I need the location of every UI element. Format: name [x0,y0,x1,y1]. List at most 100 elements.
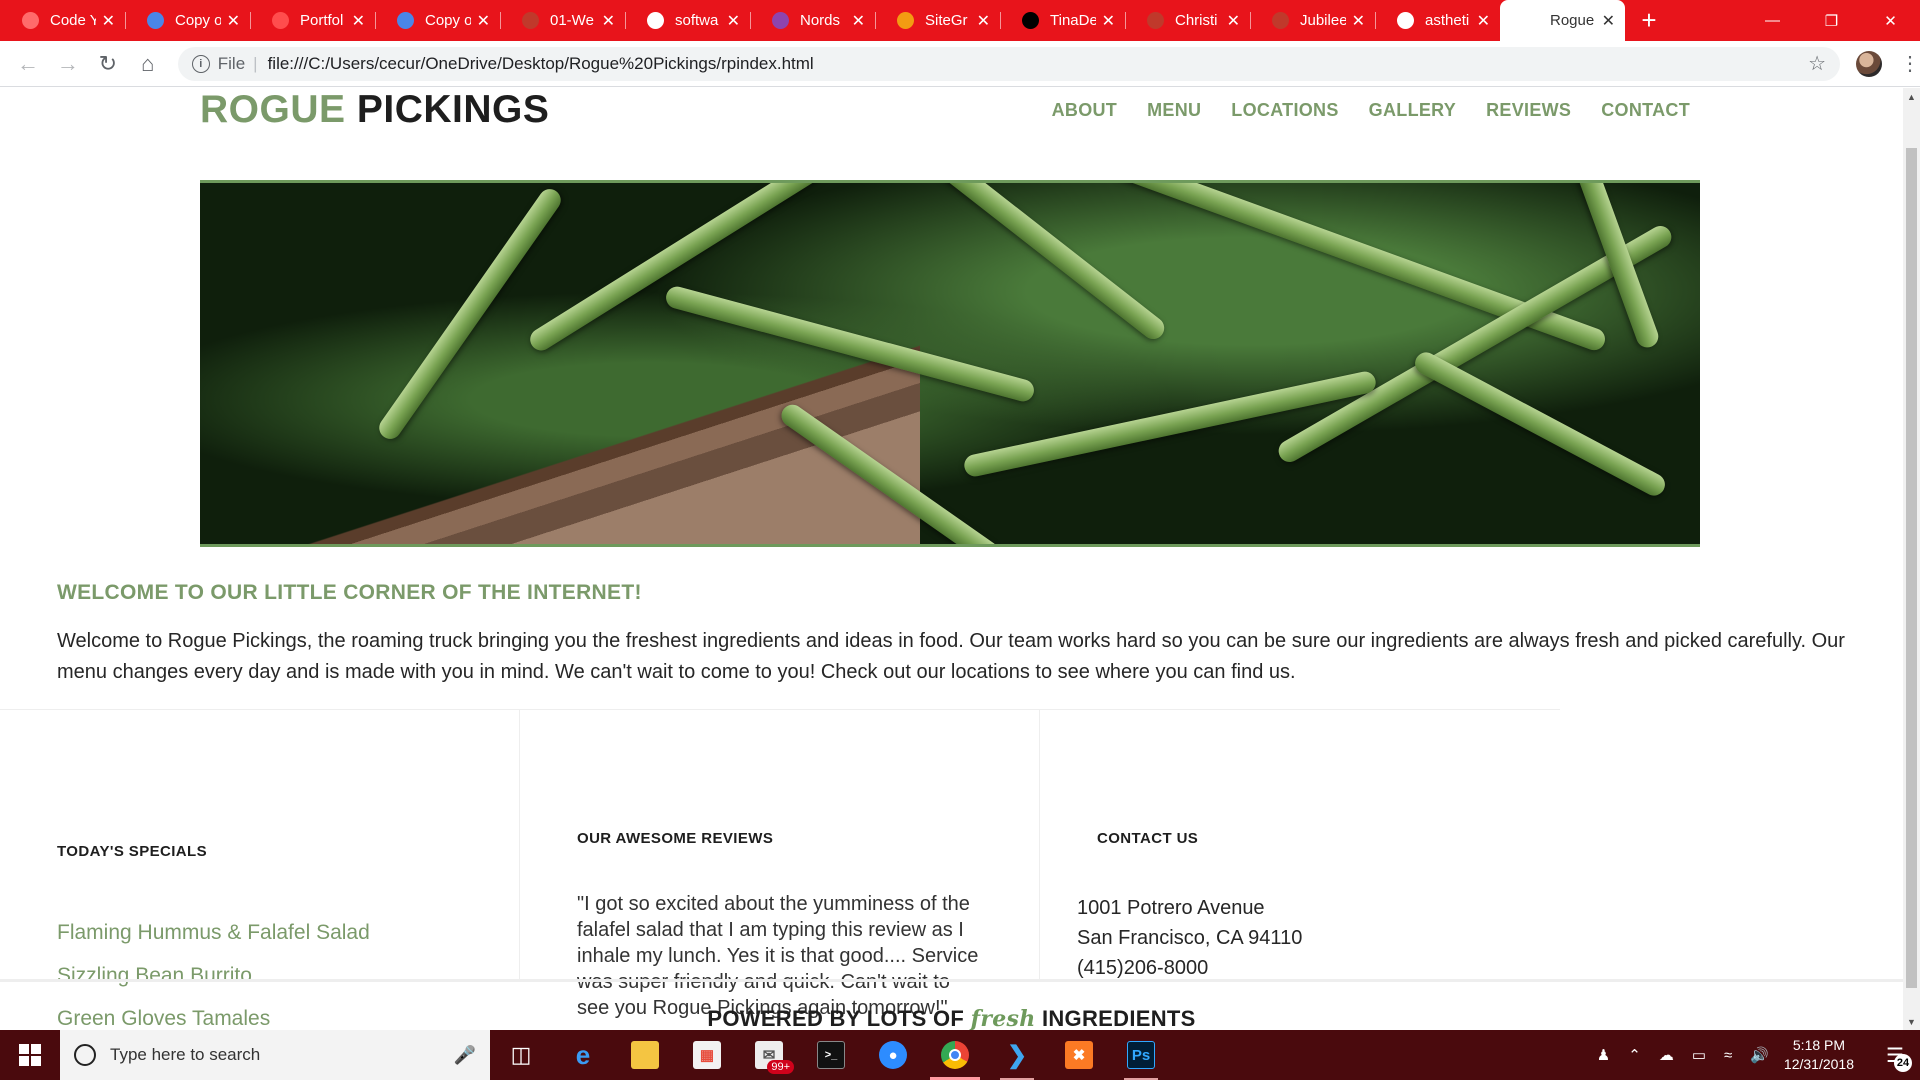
logo-rogue: ROGUE [200,88,346,131]
clock[interactable]: 5:18 PM 12/31/2018 [1784,1036,1854,1074]
restore-icon[interactable]: ❐ [1802,0,1861,41]
tab-close-icon[interactable]: ✕ [1477,11,1490,31]
browser-tab[interactable]: Jubilee ✕ [1250,0,1375,41]
browser-tab[interactable]: astheti ✕ [1375,0,1500,41]
info-icon[interactable]: i [191,54,210,73]
tab-close-icon[interactable]: ✕ [602,11,615,31]
tab-close-icon[interactable]: ✕ [977,11,990,31]
browser-tab[interactable]: Portfol ✕ [250,0,375,41]
tab-close-icon[interactable]: ✕ [1102,11,1115,31]
profile-avatar[interactable] [1856,50,1883,77]
nav-link-locations[interactable]: LOCATIONS [1231,100,1338,121]
home-icon[interactable]: ⌂ [128,44,168,84]
back-icon[interactable]: ← [8,44,48,84]
scroll-up-icon[interactable]: ▲ [1903,88,1920,105]
url-text[interactable]: file:///C:/Users/cecur/OneDrive/Desktop/… [268,54,1809,74]
nav-link-gallery[interactable]: GALLERY [1369,100,1456,121]
xampp-icon[interactable]: ✖ [1048,1030,1110,1080]
task-view-icon[interactable]: ◫ [490,1030,552,1080]
bean-shape [1111,183,1609,354]
microphone-icon[interactable]: 🎤 [454,1045,476,1066]
tab-close-icon[interactable]: ✕ [1602,11,1615,31]
photoshop-icon[interactable]: Ps [1110,1030,1172,1080]
volume-icon[interactable]: 🔊 [1750,1046,1769,1064]
vscode-icon[interactable]: ❯ [986,1030,1048,1080]
site-logo[interactable]: ROGUE PICKINGS [200,88,549,132]
tab-close-icon[interactable]: ✕ [1352,11,1365,31]
tab-close-icon[interactable]: ✕ [852,11,865,31]
special-item: Sizzling Bean Burrito [57,964,252,987]
tab-favicon-icon [1397,12,1414,29]
nav-link-reviews[interactable]: REVIEWS [1486,100,1571,121]
address-bar[interactable]: i File | file:///C:/Users/cecur/OneDrive… [177,46,1841,81]
action-center-icon[interactable]: ☰ 24 [1870,1030,1920,1080]
chrome-icon[interactable] [924,1030,986,1080]
footer-fresh-word: fresh [970,1006,1036,1030]
scrollbar-thumb[interactable] [1906,148,1917,988]
browser-tab[interactable]: Nords ✕ [750,0,875,41]
bookmark-star-icon[interactable]: ☆ [1808,51,1826,76]
tab-title: SiteGr [925,12,968,29]
tab-title: Copy o [175,12,221,29]
wifi-icon[interactable]: ≈ [1724,1047,1732,1064]
people-icon[interactable]: ♟ [1597,1046,1610,1064]
mail-icon[interactable]: ✉ 99+ [738,1030,800,1080]
reload-icon[interactable]: ↻ [88,44,128,84]
browser-tab[interactable]: Copy o ✕ [125,0,250,41]
onedrive-icon[interactable]: ☁ [1659,1046,1674,1064]
browser-tab[interactable]: TinaDe ✕ [1000,0,1125,41]
tab-title: Portfol [300,12,344,29]
browser-tab[interactable]: Rogue ✕ [1500,0,1625,41]
scroll-down-icon[interactable]: ▼ [1903,1013,1920,1030]
nav-link-about[interactable]: ABOUT [1052,100,1118,121]
taskbar-search[interactable]: Type here to search 🎤 [60,1030,490,1080]
clock-date: 12/31/2018 [1783,1056,1854,1072]
forward-icon[interactable]: → [48,44,88,84]
contact-address-line1: 1001 Potrero Avenue [1077,897,1265,919]
browser-tab[interactable]: 01-We ✕ [500,0,625,41]
browser-tab[interactable]: Christi ✕ [1125,0,1250,41]
start-button[interactable] [0,1030,60,1080]
browser-tab[interactable]: softwa ✕ [625,0,750,41]
menu-kebab-icon[interactable]: ⋮ [1900,51,1920,76]
tab-close-icon[interactable]: ✕ [227,11,240,31]
nav-link-menu[interactable]: MENU [1147,100,1201,121]
browser-tab[interactable]: Copy o ✕ [375,0,500,41]
tray-chevron-icon[interactable]: ⌃ [1628,1046,1641,1064]
minimize-icon[interactable]: — [1743,0,1802,41]
tab-title: Nords [800,12,841,29]
tab-title: Christi [1175,12,1218,29]
tab-favicon-icon [897,12,914,29]
welcome-heading: WELCOME TO OUR LITTLE CORNER OF THE INTE… [57,581,642,604]
terminal-icon[interactable]: >_ [800,1030,862,1080]
cortana-icon [74,1044,96,1066]
close-window-icon[interactable]: ✕ [1861,0,1920,41]
footer-divider [0,979,1903,982]
clock-time: 5:18 PM [1792,1037,1846,1053]
file-explorer-icon[interactable] [614,1030,676,1080]
bean-shape [871,183,1169,344]
tab-title: 01-We [550,12,594,29]
new-tab-button[interactable]: + [1625,0,1673,41]
windows-logo-icon [19,1044,41,1066]
zoom-icon[interactable]: ● [862,1030,924,1080]
page-scrollbar[interactable]: ▲ ▼ [1903,88,1920,1030]
tab-favicon-icon [1022,12,1039,29]
tab-close-icon[interactable]: ✕ [102,11,115,31]
footer-text-2: INGREDIENTS [1041,1006,1196,1030]
tab-close-icon[interactable]: ✕ [1227,11,1240,31]
store-icon[interactable]: ▦ [676,1030,738,1080]
tab-list: Code Y ✕ Copy o ✕ Portfol ✕ Copy o ✕ 01-We ✕ softw… [0,0,1625,41]
battery-icon[interactable]: ▭ [1692,1046,1706,1064]
browser-tab[interactable]: Code Y ✕ [0,0,125,41]
contact-column: CONTACT US 1001 Potrero Avenue San Franc… [1040,710,1560,980]
tab-close-icon[interactable]: ✕ [727,11,740,31]
browser-tab[interactable]: SiteGr ✕ [875,0,1000,41]
contact-heading: CONTACT US [1097,830,1199,847]
tab-favicon-icon [1272,12,1289,29]
nav-link-contact[interactable]: CONTACT [1601,100,1690,121]
tab-close-icon[interactable]: ✕ [352,11,365,31]
edge-icon[interactable]: e [552,1030,614,1080]
tab-close-icon[interactable]: ✕ [477,11,490,31]
review-quote: "I got so excited about the yumminess of… [577,893,979,1019]
